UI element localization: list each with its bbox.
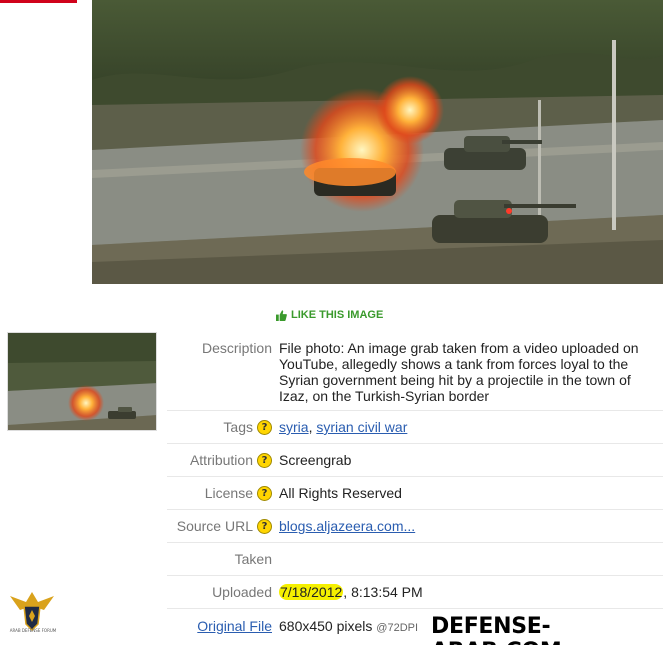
tags-value: syria, syrian civil war [279,419,663,435]
tag-link-syria[interactable]: syria [279,419,309,435]
description-value: File photo: An image grab taken from a v… [279,340,639,404]
uploaded-row: Uploaded 7/18/2012, 8:13:54 PM [167,576,663,609]
like-image-button[interactable]: LIKE THIS IMAGE [276,309,383,321]
image-details-table: Description File photo: An image grab ta… [167,331,663,642]
license-row: License ? All Rights Reserved [167,477,663,510]
taken-label: Taken [167,551,279,567]
like-label: LIKE THIS IMAGE [291,309,384,321]
thumbnail-graphic [8,333,156,430]
description-label-text: Description [201,340,272,356]
eagle-emblem-icon [10,592,54,632]
tags-help-icon[interactable]: ? [257,419,272,435]
original-dpi: @72DPI [376,621,419,634]
original-file-label: Original File [167,618,279,634]
license-value: All Rights Reserved [279,485,402,501]
top-accent-bar [0,0,77,3]
source-url-help-icon[interactable]: ? [257,518,272,534]
license-help-icon[interactable]: ? [257,485,272,501]
original-size: 680x450 pixels [279,617,373,634]
uploaded-time: , 8:13:54 PM [343,584,423,600]
source-url-link[interactable]: blogs.aljazeera.com... [279,518,415,534]
uploaded-label: Uploaded [167,584,279,600]
attribution-label-text: Attribution [189,452,253,468]
source-url-label-text: Source URL [176,518,253,534]
attribution-label: Attribution ? [167,452,279,468]
thumbs-up-icon [276,309,287,321]
source-url-label: Source URL ? [167,518,279,534]
description-row: Description File photo: An image grab ta… [167,331,663,411]
attribution-value: Screengrab [279,452,352,468]
license-label-text: License [204,485,253,501]
description-label: Description [167,340,279,410]
uploaded-date: 7/18/2012 [279,584,344,600]
original-file-link[interactable]: Original File [197,618,272,634]
attribution-row: Attribution ? Screengrab [167,444,663,477]
main-photo[interactable] [92,0,663,284]
logo-text: ARAB DEFENSE FORUM [9,628,57,633]
uploaded-label-text: Uploaded [212,584,272,600]
tags-row: Tags ? syria, syrian civil war [167,411,663,444]
tag-link-syrian-civil-war[interactable]: syrian civil war [316,419,407,435]
taken-label-text: Taken [234,551,272,567]
thumbnail-image[interactable] [7,332,157,431]
site-watermark: DEFENSE-ARAB.COM [427,614,663,645]
attribution-help-icon[interactable]: ? [257,452,272,468]
taken-row: Taken [167,543,663,576]
uploaded-value: 7/18/2012, 8:13:54 PM [279,584,663,600]
source-url-value: blogs.aljazeera.com... [279,518,663,534]
main-photo-graphic [92,0,663,284]
license-label: License ? [167,485,279,501]
tags-label-text: Tags [223,419,253,435]
source-url-row: Source URL ? blogs.aljazeera.com... [167,510,663,543]
tags-label: Tags ? [167,419,279,435]
